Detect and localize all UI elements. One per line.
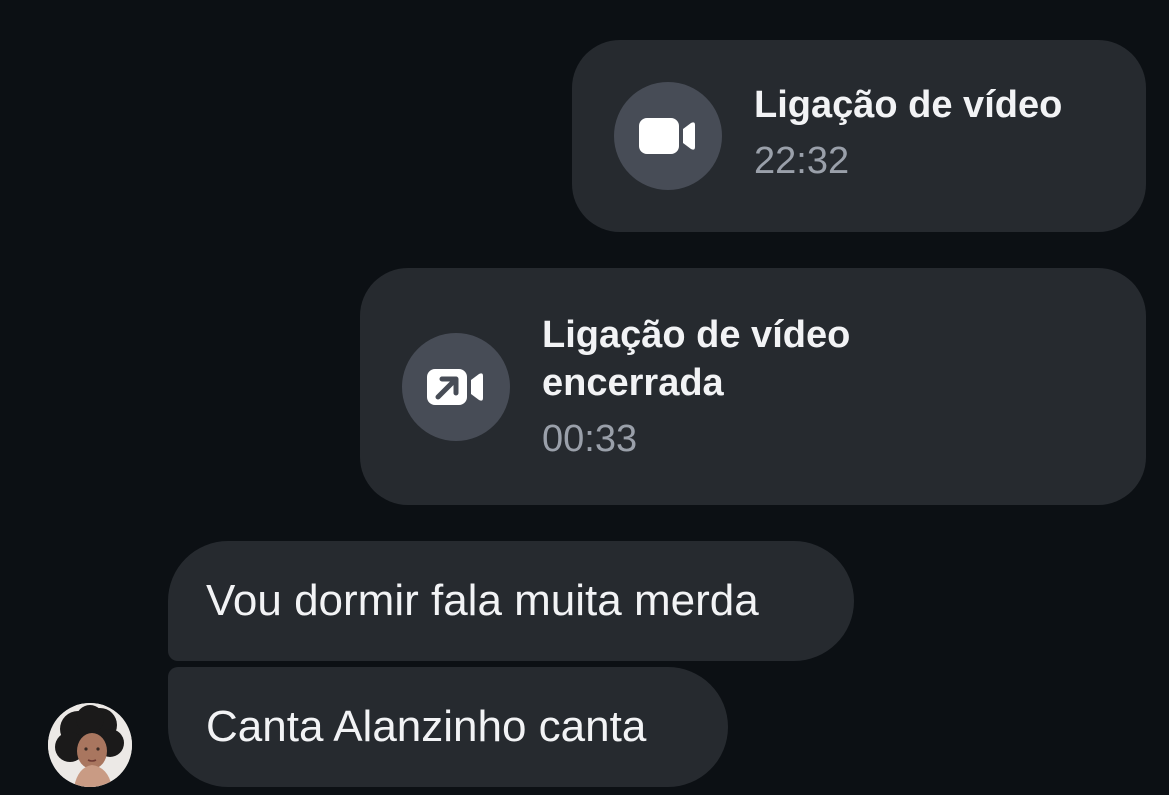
video-camera-icon [639, 118, 695, 154]
video-call-ended-title: Ligação de vídeo encerrada [542, 313, 851, 404]
video-call-ended-message[interactable]: Ligação de vídeo encerrada 00:33 [360, 268, 1146, 505]
video-call-details: Ligação de vídeo 22:32 [754, 81, 1062, 185]
video-call-ended-icon [427, 368, 483, 405]
message-text: Vou dormir fala muita merda [206, 576, 759, 625]
video-call-ended-time: 00:33 [542, 417, 638, 460]
incoming-message[interactable]: Vou dormir fala muita merda [168, 541, 854, 661]
video-call-button[interactable] [614, 82, 722, 190]
video-call-title: Ligação de vídeo [754, 84, 1063, 126]
avatar[interactable] [48, 703, 132, 787]
incoming-message[interactable]: Canta Alanzinho canta [168, 667, 728, 787]
message-text: Canta Alanzinho canta [206, 702, 647, 751]
video-call-ended-button[interactable] [402, 332, 510, 441]
video-call-time: 22:32 [754, 140, 850, 182]
video-call-ended-details: Ligação de vídeo encerrada 00:33 [542, 311, 882, 463]
video-call-message[interactable]: Ligação de vídeo 22:32 [572, 40, 1146, 232]
chat-thread: Ligação de vídeo 22:32 Ligação de vídeo … [0, 0, 1169, 795]
profile-photo [48, 703, 132, 787]
